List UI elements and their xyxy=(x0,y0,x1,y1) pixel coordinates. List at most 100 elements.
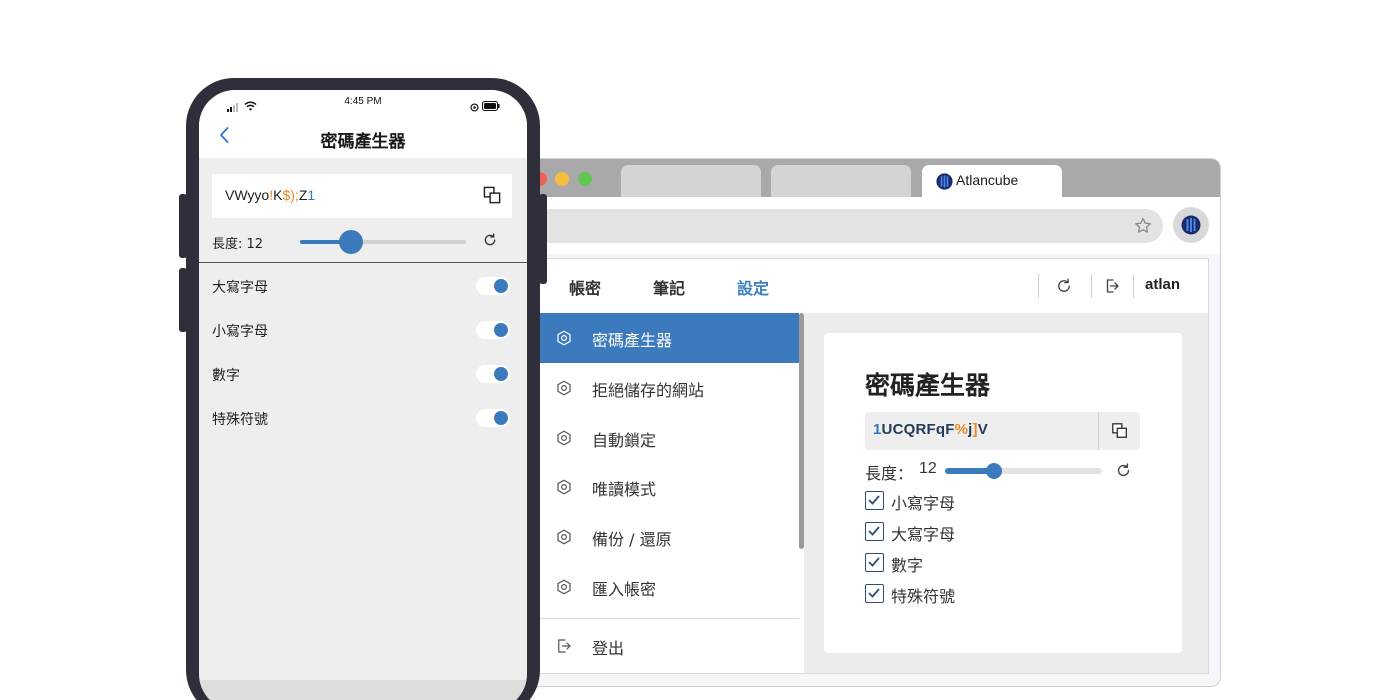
browser-tab-2[interactable] xyxy=(771,165,911,197)
toggle-switch[interactable] xyxy=(476,409,510,427)
refresh-icon[interactable] xyxy=(1055,273,1073,299)
toggle-switch[interactable] xyxy=(476,321,510,339)
phone-header: 密碼產生器 xyxy=(199,114,527,158)
battery-icon xyxy=(482,96,500,115)
menu-item-logout[interactable]: 登出 xyxy=(501,621,799,671)
regenerate-icon[interactable] xyxy=(1115,462,1132,483)
option-symbols[interactable]: 特殊符號 xyxy=(865,583,1025,606)
option-label: 數字 xyxy=(212,368,240,384)
copy-button[interactable] xyxy=(1098,412,1140,450)
password-char-segment: VWyyo xyxy=(225,187,270,203)
checkbox[interactable] xyxy=(865,522,884,541)
toggle-knob xyxy=(494,411,508,425)
gear-icon xyxy=(555,478,573,500)
browser-tab-atlancube[interactable]: Atlancube xyxy=(922,165,1062,197)
gear-icon xyxy=(555,329,573,351)
page-title: 密碼產生器 xyxy=(865,371,991,400)
length-label: 長度： xyxy=(865,464,914,483)
password-char-segment: % xyxy=(954,421,969,438)
atlancube-logo-icon xyxy=(936,173,953,194)
toggle-knob xyxy=(494,323,508,337)
browser-toolbar xyxy=(501,197,1220,254)
maximize-window-button[interactable] xyxy=(578,172,592,186)
menu-item-password-generator[interactable]: 密碼產生器 xyxy=(501,313,799,363)
password-char-segment: 1 xyxy=(873,421,882,438)
checkbox[interactable] xyxy=(865,584,884,603)
app-nav: 帳密 筆記 設定 atlan xyxy=(501,259,1208,313)
star-icon[interactable] xyxy=(1133,216,1153,240)
option-uppercase[interactable]: 大寫字母 xyxy=(865,521,1025,544)
generated-password-field[interactable]: 1UCQRFqF%j]V xyxy=(865,412,1140,450)
gear-icon xyxy=(555,429,573,451)
menu-item-label: 拒絕儲存的網站 xyxy=(592,381,705,400)
toggle-switch[interactable] xyxy=(476,365,510,383)
nav-accounts[interactable]: 帳密 xyxy=(569,275,601,299)
checkmark-icon xyxy=(868,526,880,536)
settings-content: 密碼產生器 1UCQRFqF%j]V 長度： 12 小寫字母 大寫字母 數字 特… xyxy=(804,313,1208,673)
divider xyxy=(1133,274,1134,298)
checkbox[interactable] xyxy=(865,553,884,572)
option-label: 特殊符號 xyxy=(212,412,268,428)
option-label: 大寫字母 xyxy=(212,280,268,296)
tab-label: Atlancube xyxy=(956,172,1019,188)
browser-tab-1[interactable] xyxy=(621,165,761,197)
phone-frame: 4:45 PM 密碼產生器 VWyyo!K$);Z1 長度: 12 大寫字母 小… xyxy=(179,78,547,700)
phone-screen: 4:45 PM 密碼產生器 VWyyo!K$);Z1 長度: 12 大寫字母 小… xyxy=(199,90,527,700)
menu-item-read-only[interactable]: 唯讀模式 xyxy=(501,462,799,512)
extension-app: 帳密 筆記 設定 atlan 密碼產生器 拒絕儲存的網站 自動鎖定 唯讀模式 備… xyxy=(501,258,1209,674)
menu-item-backup-restore[interactable]: 備份 / 還原 xyxy=(501,512,799,562)
password-char-segment: UCQRFqF xyxy=(881,421,955,438)
gear-icon xyxy=(555,528,573,550)
menu-item-blocked-sites[interactable]: 拒絕儲存的網站 xyxy=(501,363,799,413)
menu-item-label: 匯入帳密 xyxy=(592,580,657,599)
copy-icon[interactable] xyxy=(483,186,502,209)
phone-length-label: 長度: 12 xyxy=(212,237,264,252)
logout-icon[interactable] xyxy=(1103,273,1121,299)
length-slider[interactable] xyxy=(945,463,1102,479)
logout-icon xyxy=(555,637,573,659)
generated-password: 1UCQRFqF%j]V xyxy=(873,421,988,438)
slider-handle[interactable] xyxy=(339,230,363,254)
browser-window: Atlancube 帳密 筆記 設定 atlan 密碼產生器 拒絕儲存的網站 自… xyxy=(500,158,1221,687)
nav-notes[interactable]: 筆記 xyxy=(653,275,685,299)
phone-password-field[interactable]: VWyyo!K$);Z1 xyxy=(212,174,512,218)
phone-length-slider[interactable] xyxy=(300,230,466,254)
menu-item-label: 自動鎖定 xyxy=(592,431,657,450)
atlancube-logo-icon xyxy=(1181,215,1201,239)
toggle-switch[interactable] xyxy=(476,277,510,295)
address-bar[interactable] xyxy=(501,209,1163,243)
toggle-knob xyxy=(494,367,508,381)
tab-bar: Atlancube xyxy=(501,159,1220,197)
option-lowercase[interactable]: 小寫字母 xyxy=(865,490,1025,513)
divider xyxy=(1038,274,1039,298)
volume-up-button xyxy=(179,194,187,258)
regenerate-icon[interactable] xyxy=(482,232,498,252)
phone-option-uppercase: 大寫字母 xyxy=(199,263,527,307)
checkmark-icon xyxy=(868,557,880,567)
toggle-knob xyxy=(494,279,508,293)
menu-item-import[interactable]: 匯入帳密 xyxy=(501,562,799,612)
checkbox[interactable] xyxy=(865,491,884,510)
option-label: 大寫字母 xyxy=(891,525,956,544)
menu-item-label: 密碼產生器 xyxy=(592,331,673,350)
length-value: 12 xyxy=(919,460,937,477)
divider xyxy=(1091,274,1092,298)
checkmark-icon xyxy=(868,588,880,598)
phone-bottom-bar xyxy=(199,680,527,700)
slider-handle[interactable] xyxy=(986,463,1002,479)
menu-item-auto-lock[interactable]: 自動鎖定 xyxy=(501,413,799,463)
option-label: 小寫字母 xyxy=(212,324,268,340)
minimize-window-button[interactable] xyxy=(555,172,569,186)
option-digits[interactable]: 數字 xyxy=(865,552,1025,575)
gear-icon xyxy=(555,379,573,401)
power-button xyxy=(539,194,547,284)
nav-settings[interactable]: 設定 xyxy=(737,275,769,299)
phone-option-symbols: 特殊符號 xyxy=(199,395,527,439)
generator-card: 密碼產生器 1UCQRFqF%j]V 長度： 12 小寫字母 大寫字母 數字 特… xyxy=(824,333,1182,653)
phone-option-digits: 數字 xyxy=(199,351,527,395)
option-label: 特殊符號 xyxy=(891,587,956,606)
gear-icon xyxy=(555,578,573,600)
menu-item-label: 唯讀模式 xyxy=(592,480,657,499)
phone-page-title: 密碼產生器 xyxy=(320,132,406,152)
extension-button[interactable] xyxy=(1173,207,1209,243)
